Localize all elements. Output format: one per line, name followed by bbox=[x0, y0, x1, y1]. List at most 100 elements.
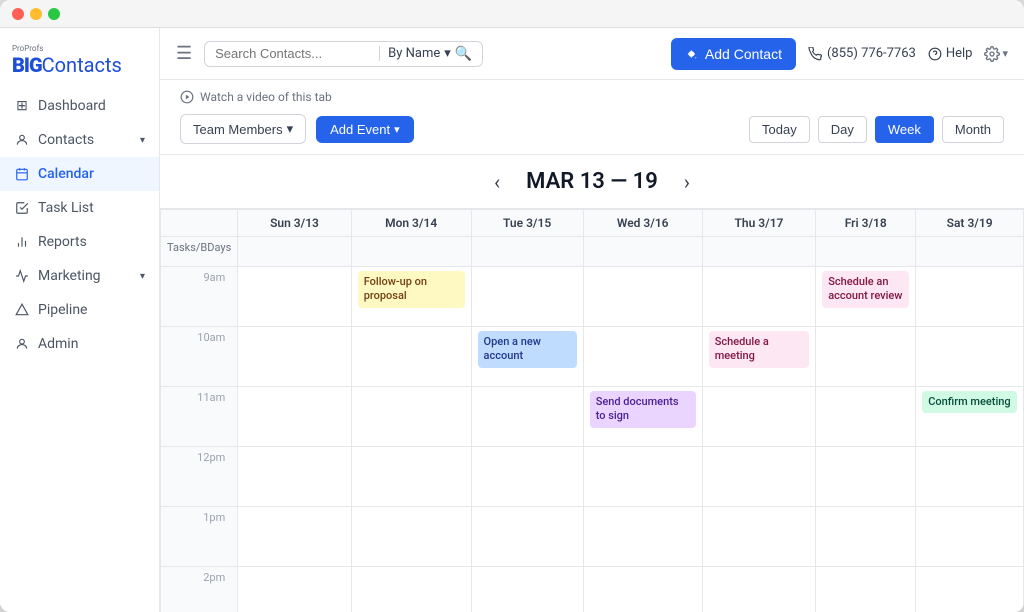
tasks-tue[interactable] bbox=[471, 237, 583, 267]
sidebar-item-dashboard[interactable]: ⊞ Dashboard bbox=[0, 89, 159, 123]
cell-11am-sat[interactable]: Confirm meeting bbox=[916, 387, 1024, 447]
watch-video-link[interactable]: Watch a video of this tab bbox=[180, 90, 1004, 104]
event-open-account[interactable]: Open a new account bbox=[478, 331, 577, 368]
cell-1pm-tue[interactable] bbox=[471, 507, 583, 567]
cell-1pm-thu[interactable] bbox=[702, 507, 816, 567]
team-members-button[interactable]: Team Members ▾ bbox=[180, 114, 306, 144]
view-week-button[interactable]: Week bbox=[875, 116, 934, 143]
event-send-docs[interactable]: Send documents to sign bbox=[590, 391, 696, 428]
minimize-dot[interactable] bbox=[30, 8, 42, 20]
sidebar-item-pipeline[interactable]: Pipeline bbox=[0, 293, 159, 327]
tasks-fri[interactable] bbox=[816, 237, 916, 267]
cell-12pm-tue[interactable] bbox=[471, 447, 583, 507]
view-today-button[interactable]: Today bbox=[749, 116, 810, 143]
cell-9am-sat[interactable] bbox=[916, 267, 1024, 327]
tasks-thu[interactable] bbox=[702, 237, 816, 267]
marketing-chevron: ▾ bbox=[140, 271, 145, 282]
view-day-button[interactable]: Day bbox=[818, 116, 867, 143]
col-header-wed: Wed 3/16 bbox=[583, 210, 702, 237]
cell-1pm-wed[interactable] bbox=[583, 507, 702, 567]
close-dot[interactable] bbox=[12, 8, 24, 20]
tasks-sat[interactable] bbox=[916, 237, 1024, 267]
cell-2pm-wed[interactable] bbox=[583, 567, 702, 612]
cell-9am-fri[interactable]: Schedule an account review bbox=[816, 267, 916, 327]
logo-big: BIG bbox=[12, 53, 42, 77]
cell-9am-sun[interactable] bbox=[238, 267, 351, 327]
calendar-title: MAR 13 — 19 bbox=[526, 169, 658, 194]
phone-link[interactable]: (855) 776-7763 bbox=[808, 46, 916, 61]
event-schedule-meeting[interactable]: Schedule a meeting bbox=[709, 331, 810, 368]
cell-1pm-sun[interactable] bbox=[238, 507, 351, 567]
cell-1pm-fri[interactable] bbox=[816, 507, 916, 567]
cell-2pm-thu[interactable] bbox=[702, 567, 816, 612]
menu-icon[interactable]: ☰ bbox=[176, 43, 192, 64]
sidebar-item-reports[interactable]: Reports bbox=[0, 225, 159, 259]
tasks-wed[interactable] bbox=[583, 237, 702, 267]
cell-12pm-wed[interactable] bbox=[583, 447, 702, 507]
prev-arrow-icon[interactable]: ‹ bbox=[484, 170, 510, 194]
cell-10am-mon[interactable] bbox=[351, 327, 471, 387]
cell-10am-thu[interactable]: Schedule a meeting bbox=[702, 327, 816, 387]
content-area: Watch a video of this tab Team Members ▾… bbox=[160, 80, 1024, 612]
cell-10am-sat[interactable] bbox=[916, 327, 1024, 387]
cell-11am-mon[interactable] bbox=[351, 387, 471, 447]
cell-9am-mon[interactable]: Follow-up on proposal bbox=[351, 267, 471, 327]
app-window: ProProfs BIG Contacts ⊞ Dashboard Contac… bbox=[0, 0, 1024, 612]
cell-10am-fri[interactable] bbox=[816, 327, 916, 387]
cell-2pm-mon[interactable] bbox=[351, 567, 471, 612]
cell-12pm-mon[interactable] bbox=[351, 447, 471, 507]
search-input[interactable] bbox=[215, 46, 375, 61]
dashboard-icon: ⊞ bbox=[14, 98, 30, 114]
cell-9am-tue[interactable] bbox=[471, 267, 583, 327]
help-link[interactable]: Help bbox=[928, 46, 973, 61]
cell-2pm-fri[interactable] bbox=[816, 567, 916, 612]
settings-button[interactable]: ▾ bbox=[984, 46, 1008, 62]
cell-1pm-mon[interactable] bbox=[351, 507, 471, 567]
cell-11am-tue[interactable] bbox=[471, 387, 583, 447]
logo-contacts: Contacts bbox=[42, 53, 122, 77]
cell-9am-thu[interactable] bbox=[702, 267, 816, 327]
cell-10am-sun[interactable] bbox=[238, 327, 351, 387]
cell-10am-tue[interactable]: Open a new account bbox=[471, 327, 583, 387]
time-row-9am: 9am Follow-up on proposal S bbox=[161, 267, 1024, 327]
cell-2pm-sun[interactable] bbox=[238, 567, 351, 612]
search-by-dropdown[interactable]: By Name ▾ bbox=[379, 46, 451, 61]
search-icon[interactable]: 🔍 bbox=[455, 46, 472, 62]
sidebar-item-marketing[interactable]: Marketing ▾ bbox=[0, 259, 159, 293]
maximize-dot[interactable] bbox=[48, 8, 60, 20]
search-wrap: By Name ▾ 🔍 bbox=[204, 41, 483, 67]
cell-12pm-thu[interactable] bbox=[702, 447, 816, 507]
cell-11am-fri[interactable] bbox=[816, 387, 916, 447]
sidebar-label-contacts: Contacts bbox=[38, 132, 94, 148]
cell-12pm-sun[interactable] bbox=[238, 447, 351, 507]
add-event-button[interactable]: Add Event ▾ bbox=[316, 116, 414, 143]
cell-2pm-tue[interactable] bbox=[471, 567, 583, 612]
sidebar-item-tasklist[interactable]: Task List bbox=[0, 191, 159, 225]
event-account-review[interactable]: Schedule an account review bbox=[822, 271, 909, 308]
event-confirm-meeting[interactable]: Confirm meeting bbox=[922, 391, 1017, 413]
cell-12pm-fri[interactable] bbox=[816, 447, 916, 507]
tasks-mon[interactable] bbox=[351, 237, 471, 267]
add-contact-button[interactable]: Add Contact bbox=[671, 38, 796, 70]
sidebar-item-calendar[interactable]: Calendar bbox=[0, 157, 159, 191]
tasks-sun[interactable] bbox=[238, 237, 351, 267]
next-arrow-icon[interactable]: › bbox=[674, 170, 700, 194]
help-label: Help bbox=[946, 46, 973, 61]
cell-10am-wed[interactable] bbox=[583, 327, 702, 387]
sidebar-item-contacts[interactable]: Contacts ▾ bbox=[0, 123, 159, 157]
admin-icon bbox=[14, 336, 30, 352]
logo: ProProfs BIG Contacts bbox=[0, 36, 159, 89]
cell-1pm-sat[interactable] bbox=[916, 507, 1024, 567]
cell-11am-thu[interactable] bbox=[702, 387, 816, 447]
view-month-button[interactable]: Month bbox=[942, 116, 1004, 143]
sidebar-label-reports: Reports bbox=[38, 234, 87, 250]
time-row-2pm: 2pm bbox=[161, 567, 1024, 612]
cell-12pm-sat[interactable] bbox=[916, 447, 1024, 507]
sidebar-item-admin[interactable]: Admin bbox=[0, 327, 159, 361]
cell-9am-wed[interactable] bbox=[583, 267, 702, 327]
cell-2pm-sat[interactable] bbox=[916, 567, 1024, 612]
event-followup[interactable]: Follow-up on proposal bbox=[358, 271, 465, 308]
tasks-label: Tasks/BDays bbox=[163, 241, 231, 254]
cell-11am-wed[interactable]: Send documents to sign bbox=[583, 387, 702, 447]
cell-11am-sun[interactable] bbox=[238, 387, 351, 447]
